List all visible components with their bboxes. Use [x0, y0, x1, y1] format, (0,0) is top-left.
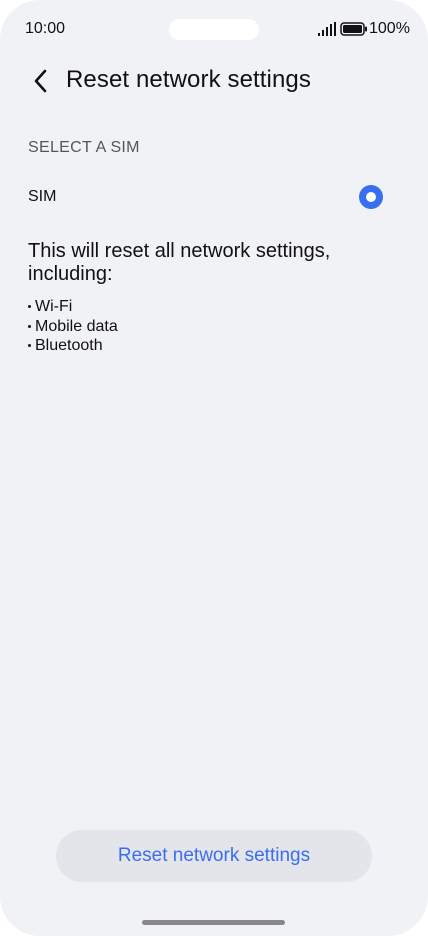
- bullet-dot-icon: [28, 305, 31, 309]
- home-indicator[interactable]: [142, 920, 285, 925]
- battery-full-icon: [340, 22, 367, 36]
- page-title: Reset network settings: [66, 66, 311, 93]
- bullet-dot-icon: [28, 324, 31, 328]
- list-item: Wi-Fi: [28, 297, 118, 317]
- phone-screen: 10:00 100% Reset network settings SELECT…: [0, 0, 428, 936]
- section-label-select-sim: SELECT A SIM: [28, 139, 140, 156]
- list-item-label: Bluetooth: [35, 337, 103, 354]
- cellular-signal-icon: [318, 22, 336, 36]
- sim-option-row[interactable]: SIM: [0, 176, 428, 220]
- list-item-label: Wi-Fi: [35, 298, 73, 315]
- reset-description: This will reset all network settings, in…: [28, 240, 331, 285]
- sim-option-label: SIM: [28, 188, 57, 205]
- status-time: 10:00: [25, 20, 66, 37]
- page-header: Reset network settings: [0, 60, 428, 102]
- list-item: Bluetooth: [28, 336, 118, 356]
- status-bar: 10:00 100%: [0, 0, 428, 58]
- list-item-label: Mobile data: [35, 317, 118, 335]
- battery-percent: 100%: [369, 20, 410, 37]
- reset-items-list: Wi-Fi Mobile data Bluetooth: [28, 297, 118, 356]
- bullet-dot-icon: [28, 344, 31, 348]
- chevron-left-icon[interactable]: [28, 68, 54, 94]
- reset-network-settings-button[interactable]: Reset network settings: [56, 830, 372, 882]
- sim-radio-button[interactable]: [359, 185, 383, 209]
- list-item: Mobile data: [28, 317, 118, 337]
- camera-notch: [169, 19, 259, 40]
